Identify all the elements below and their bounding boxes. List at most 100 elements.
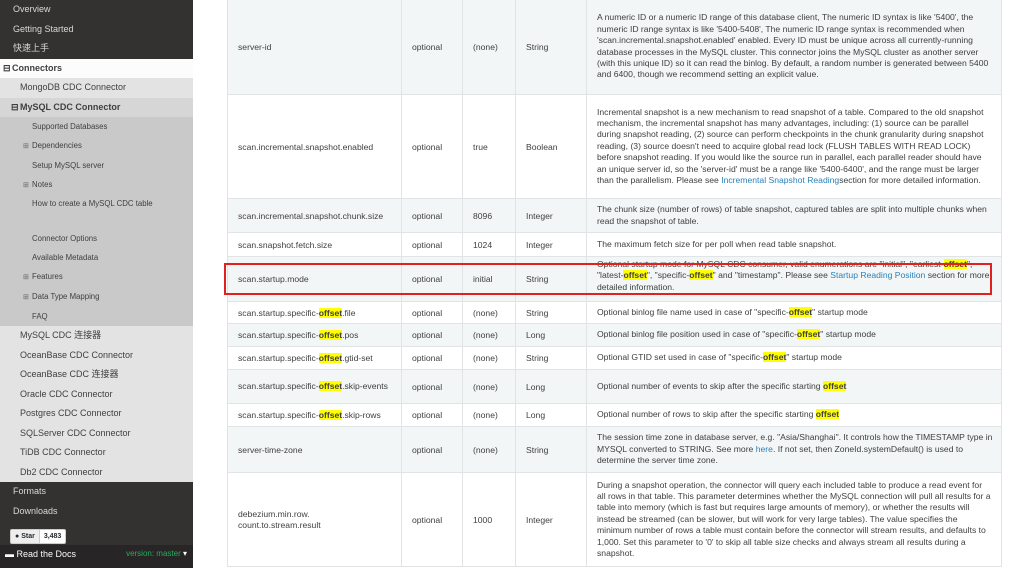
- name-part: scan.startup.specific-: [238, 330, 319, 340]
- option-required: optional: [401, 198, 463, 233]
- option-required: optional: [401, 426, 463, 473]
- search-highlight: offset: [689, 270, 713, 281]
- table-row: server-time-zone optional (none) String …: [227, 426, 1002, 473]
- option-type: String: [515, 0, 587, 95]
- option-default: (none): [462, 346, 516, 370]
- nav-oceanbase[interactable]: OceanBase CDC Connector: [0, 345, 193, 365]
- collapse-icon[interactable]: ⊟: [11, 98, 20, 118]
- table-row: scan.startup.specific-offset.gtid-set op…: [227, 346, 1002, 370]
- nav-formats[interactable]: Formats: [0, 482, 193, 502]
- nav-mysql-connector[interactable]: ⊟MySQL CDC Connector: [0, 97, 193, 118]
- name-part: .pos: [342, 330, 359, 340]
- nav-available-metadata[interactable]: Available Metadata: [0, 248, 193, 267]
- here-link[interactable]: here: [756, 444, 773, 454]
- github-star-label: Star: [21, 533, 35, 540]
- search-highlight: offset: [822, 380, 847, 391]
- nav-features[interactable]: ⊞ Features: [0, 267, 193, 287]
- option-name: scan.incremental.snapshot.enabled: [227, 94, 402, 199]
- nav-getting-started[interactable]: Getting Started: [0, 20, 193, 40]
- rtd-label-wrap: ▬ Read the Docs: [5, 545, 76, 563]
- nav-sqlserver[interactable]: SQLServer CDC Connector: [0, 423, 193, 443]
- option-type: Long: [515, 323, 587, 347]
- expand-icon[interactable]: ⊞: [23, 181, 32, 191]
- option-name: scan.startup.specific-offset.file: [227, 301, 402, 324]
- github-star-button[interactable]: ● Star: [10, 529, 40, 544]
- nav-connectors-label: Connectors: [12, 62, 63, 73]
- nav-mysql-zh[interactable]: MySQL CDC 连接器: [0, 326, 193, 346]
- search-highlight: offset: [796, 329, 821, 340]
- option-name: scan.startup.specific-offset.skip-events: [227, 369, 402, 404]
- nav-mongodb-connector[interactable]: MongoDB CDC Connector: [0, 78, 193, 98]
- option-default: initial: [462, 256, 516, 302]
- table-row: scan.startup.specific-offset.file option…: [227, 301, 1002, 324]
- option-description: The chunk size (number of rows) of table…: [586, 198, 1002, 233]
- search-highlight: offset: [318, 330, 343, 340]
- desc-text: Incremental snapshot is a new mechanism …: [597, 106, 984, 186]
- option-default: (none): [462, 301, 516, 324]
- nav-notes[interactable]: ⊞ Notes: [0, 175, 193, 195]
- nav-connectors[interactable]: ⊟Connectors: [0, 58, 193, 79]
- table-row: debezium.min.row. count.to.stream.result…: [227, 472, 1002, 567]
- option-required: optional: [401, 346, 463, 370]
- nav-quickstart-zh[interactable]: 快速上手: [0, 39, 193, 59]
- nav-data-type-mapping[interactable]: ⊞ Data Type Mapping: [0, 287, 193, 307]
- name-part: scan.startup.specific-: [238, 381, 319, 391]
- search-highlight: offset: [788, 306, 813, 317]
- nav-create-table[interactable]: How to create a MySQL CDC table: [0, 195, 193, 229]
- version-selector[interactable]: version: master ▾: [126, 545, 187, 563]
- option-type: String: [515, 301, 587, 324]
- option-default: (none): [462, 369, 516, 404]
- collapse-icon[interactable]: ⊟: [3, 59, 12, 79]
- table-row: scan.startup.specific-offset.skip-events…: [227, 369, 1002, 404]
- nav-overview[interactable]: Overview: [0, 0, 193, 20]
- nav-dependencies[interactable]: ⊞ Dependencies: [0, 136, 193, 156]
- expand-icon[interactable]: ⊞: [23, 142, 32, 152]
- option-type: Integer: [515, 472, 587, 567]
- rtd-label: Read the Docs: [16, 549, 77, 559]
- nav-faq[interactable]: FAQ: [0, 307, 193, 326]
- search-highlight: offset: [943, 259, 967, 269]
- option-description: The session time zone in database server…: [586, 426, 1002, 473]
- desc-text: " startup mode: [786, 352, 842, 363]
- table-row: scan.startup.specific-offset.pos optiona…: [227, 323, 1002, 347]
- desc-text: ", "specific-: [646, 270, 690, 281]
- option-default: true: [462, 94, 516, 199]
- expand-icon[interactable]: ⊞: [23, 273, 32, 283]
- option-type: String: [515, 256, 587, 302]
- github-star-count[interactable]: 3,483: [39, 529, 67, 544]
- nav-downloads[interactable]: Downloads: [0, 502, 193, 522]
- main-content: server-id optional (none) String A numer…: [193, 0, 1016, 568]
- option-required: optional: [401, 0, 463, 95]
- nav-db2[interactable]: Db2 CDC Connector: [0, 462, 193, 482]
- nav-connector-options[interactable]: Connector Options: [0, 229, 193, 248]
- expand-icon[interactable]: ⊞: [23, 293, 32, 303]
- option-required: optional: [401, 301, 463, 324]
- nav-postgres[interactable]: Postgres CDC Connector: [0, 404, 193, 424]
- nav-data-type-mapping-label: Data Type Mapping: [32, 292, 100, 301]
- search-highlight: offset: [623, 270, 647, 281]
- startup-reading-position-link[interactable]: Startup Reading Position: [830, 270, 925, 280]
- option-name: scan.startup.specific-offset.skip-rows: [227, 403, 402, 427]
- table-row: server-id optional (none) String A numer…: [227, 0, 1002, 95]
- github-star-widget[interactable]: ● Star 3,483: [10, 529, 67, 544]
- nav-oceanbase-zh[interactable]: OceanBase CDC 连接器: [0, 365, 193, 385]
- option-name: server-id: [227, 0, 402, 95]
- name-part: scan.startup.specific-: [238, 410, 319, 420]
- nav-oracle[interactable]: Oracle CDC Connector: [0, 384, 193, 404]
- incremental-snapshot-link[interactable]: Incremental Snapshot Reading: [721, 175, 839, 185]
- search-highlight: offset: [815, 409, 840, 420]
- option-required: optional: [401, 232, 463, 257]
- desc-text: Optional binlog file position used in ca…: [597, 329, 797, 340]
- nav-supported-databases[interactable]: Supported Databases: [0, 117, 193, 136]
- option-default: (none): [462, 0, 516, 95]
- name-part: scan.startup.specific-: [238, 353, 319, 363]
- read-the-docs-bar[interactable]: ▬ Read the Docs version: master ▾: [0, 545, 193, 568]
- nav-setup-mysql[interactable]: Setup MySQL server: [0, 156, 193, 175]
- option-type: String: [515, 346, 587, 370]
- name-part: .gtid-set: [342, 353, 373, 363]
- option-required: optional: [401, 94, 463, 199]
- nav-tidb[interactable]: TiDB CDC Connector: [0, 443, 193, 463]
- table-row: scan.incremental.snapshot.enabled option…: [227, 94, 1002, 199]
- option-default: (none): [462, 323, 516, 347]
- nav-notes-label: Notes: [32, 180, 53, 189]
